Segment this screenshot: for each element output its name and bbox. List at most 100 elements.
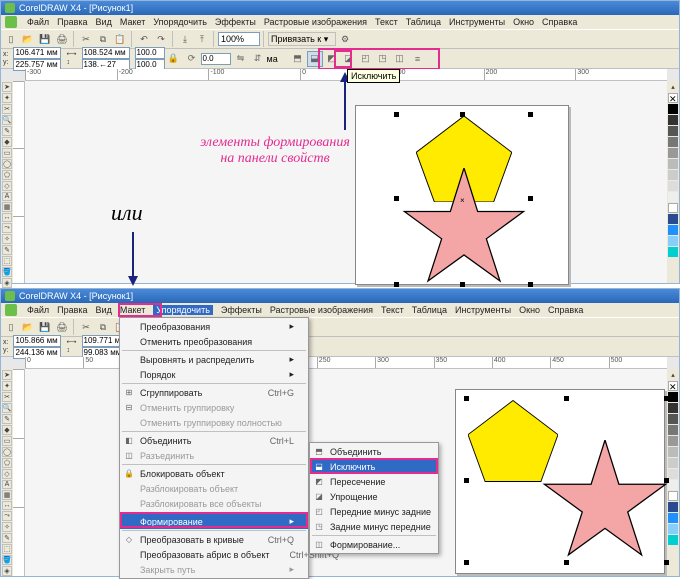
intersect-icon[interactable]: ◩ [324, 51, 340, 67]
polygon-tool-icon[interactable]: ⬠ [2, 458, 12, 468]
swatch-cyan[interactable] [668, 247, 678, 257]
copy-icon[interactable]: ⧉ [95, 31, 111, 47]
freehand-tool-icon[interactable]: ✎ [2, 414, 12, 424]
new-icon[interactable]: ▯ [3, 319, 19, 335]
swatch-black[interactable] [668, 104, 678, 114]
swatch-white[interactable] [668, 203, 678, 213]
menu-table[interactable]: Таблица [406, 17, 441, 27]
menu-tools[interactable]: Инструменты [455, 305, 511, 315]
smartfill-tool-icon[interactable]: ◆ [2, 137, 12, 147]
star-shape[interactable] [398, 168, 530, 286]
text-tool-icon[interactable]: A [2, 192, 12, 201]
width-field[interactable]: 108.524 мм [82, 47, 130, 59]
undo-icon[interactable]: ↶ [136, 31, 152, 47]
titlebar[interactable]: CorelDRAW X4 - [Рисунок1] [1, 289, 679, 303]
ellipse-tool-icon[interactable]: ◯ [2, 159, 12, 169]
snap-combo[interactable]: Привязать к ▾ [268, 32, 336, 46]
menu-text[interactable]: Текст [381, 305, 404, 315]
shape-tool-icon[interactable]: ✦ [2, 381, 12, 391]
swatch-gray90[interactable] [668, 115, 678, 125]
pick-tool-icon[interactable]: ➤ [2, 82, 12, 92]
menu-item[interactable]: Порядок▸ [120, 367, 308, 382]
menu-bitmaps[interactable]: Растровые изображения [270, 305, 373, 315]
menu-window[interactable]: Окно [513, 17, 534, 27]
menu-table[interactable]: Таблица [412, 305, 447, 315]
rectangle-tool-icon[interactable]: ▭ [2, 148, 12, 158]
open-icon[interactable]: 📂 [20, 31, 36, 47]
fill-tool-icon[interactable]: 🪣 [2, 555, 12, 565]
menu-file[interactable]: Файл [27, 305, 49, 315]
effects-tool-icon[interactable]: ✧ [2, 522, 12, 532]
crop-tool-icon[interactable]: ✂ [2, 392, 12, 402]
swatch-navy[interactable] [668, 214, 678, 224]
palette-up-icon[interactable]: ▴ [668, 82, 678, 92]
shape-tool-icon[interactable]: ✦ [2, 93, 12, 103]
eyedropper-tool-icon[interactable]: ✎ [2, 245, 12, 255]
swatch-gray70[interactable] [668, 425, 678, 435]
swatch-blue[interactable] [668, 225, 678, 235]
swatch-gray20[interactable] [668, 192, 678, 202]
swatch-gray90[interactable] [668, 403, 678, 413]
arrange-menu[interactable]: Преобразования▸Отменить преобразованияВы… [119, 317, 309, 579]
drawing-canvas[interactable]: × [25, 81, 667, 283]
options-icon[interactable]: ⚙ [337, 31, 353, 47]
scale-x-field[interactable]: 100.0 [135, 47, 165, 59]
menu-item[interactable]: Преобразовать абрис в объектCtrl+Shift+Q [120, 547, 308, 562]
simplify-icon[interactable]: ◪ [341, 51, 357, 67]
menu-layout[interactable]: Макет [120, 305, 145, 315]
menu-item[interactable]: Формирование▸ [120, 514, 308, 529]
star-shape[interactable] [540, 440, 670, 560]
pos-x-field[interactable]: 106.471 мм [13, 47, 61, 59]
menu-item[interactable]: ⊞СгруппироватьCtrl+G [120, 385, 308, 400]
menu-arrange[interactable]: Упорядочить [153, 17, 207, 27]
effects-tool-icon[interactable]: ✧ [2, 234, 12, 244]
table-tool-icon[interactable]: ▦ [2, 202, 12, 212]
align-icon[interactable]: ≡ [410, 51, 426, 67]
menu-item[interactable]: 🔒Блокировать объект [120, 466, 308, 481]
swatch-none[interactable]: ✕ [668, 93, 678, 103]
smartfill-tool-icon[interactable]: ◆ [2, 425, 12, 435]
open-icon[interactable]: 📂 [20, 319, 36, 335]
zoom-tool-icon[interactable]: 🔍 [2, 403, 12, 413]
menu-help[interactable]: Справка [548, 305, 583, 315]
pick-tool-icon[interactable]: ➤ [2, 370, 12, 380]
boundary-icon[interactable]: ◫ [392, 51, 408, 67]
interactive-fill-tool-icon[interactable]: ◈ [2, 278, 12, 288]
trim-icon[interactable]: ⬓ [307, 51, 323, 67]
menu-item[interactable]: ◇Преобразовать в кривыеCtrl+Q [120, 532, 308, 547]
menu-edit[interactable]: Правка [57, 17, 87, 27]
freehand-tool-icon[interactable]: ✎ [2, 126, 12, 136]
menu-item[interactable]: ◰Передние минус задние [310, 504, 438, 519]
swatch-gray80[interactable] [668, 126, 678, 136]
dimension-tool-icon[interactable]: ↔ [2, 501, 12, 510]
ellipse-tool-icon[interactable]: ◯ [2, 447, 12, 457]
import-icon[interactable]: ⤓ [177, 31, 193, 47]
menu-effects[interactable]: Эффекты [221, 305, 262, 315]
cut-icon[interactable]: ✂ [78, 31, 94, 47]
pos-x-field[interactable]: 105.866 мм [13, 335, 61, 347]
menu-item[interactable]: ◫Формирование... [310, 537, 438, 552]
export-icon[interactable]: ⤒ [194, 31, 210, 47]
menu-item[interactable]: ◩Пересечение [310, 474, 438, 489]
menu-item[interactable]: ◧ОбъединитьCtrl+L [120, 433, 308, 448]
menu-item[interactable]: ⬓Исключить [310, 459, 438, 474]
save-icon[interactable]: 💾 [37, 319, 53, 335]
menu-effects[interactable]: Эффекты [215, 17, 256, 27]
basic-shapes-tool-icon[interactable]: ◇ [2, 469, 12, 479]
cut-icon[interactable]: ✂ [78, 319, 94, 335]
crop-tool-icon[interactable]: ✂ [2, 104, 12, 114]
swatch-gray70[interactable] [668, 137, 678, 147]
menu-view[interactable]: Вид [96, 305, 112, 315]
print-icon[interactable]: 🖨 [54, 31, 70, 47]
palette-up-icon[interactable]: ▴ [668, 370, 678, 380]
basic-shapes-tool-icon[interactable]: ◇ [2, 181, 12, 191]
zoom-tool-icon[interactable]: 🔍 [2, 115, 12, 125]
redo-icon[interactable]: ↷ [153, 31, 169, 47]
swatch-none[interactable]: ✕ [668, 381, 678, 391]
menu-help[interactable]: Справка [542, 17, 577, 27]
weld-icon[interactable]: ⬒ [290, 51, 306, 67]
menu-item[interactable]: ◳Задние минус передние [310, 519, 438, 534]
outline-tool-icon[interactable]: ⬚ [2, 544, 12, 554]
menu-file[interactable]: Файл [27, 17, 49, 27]
menu-arrange[interactable]: Упорядочить [153, 305, 213, 315]
